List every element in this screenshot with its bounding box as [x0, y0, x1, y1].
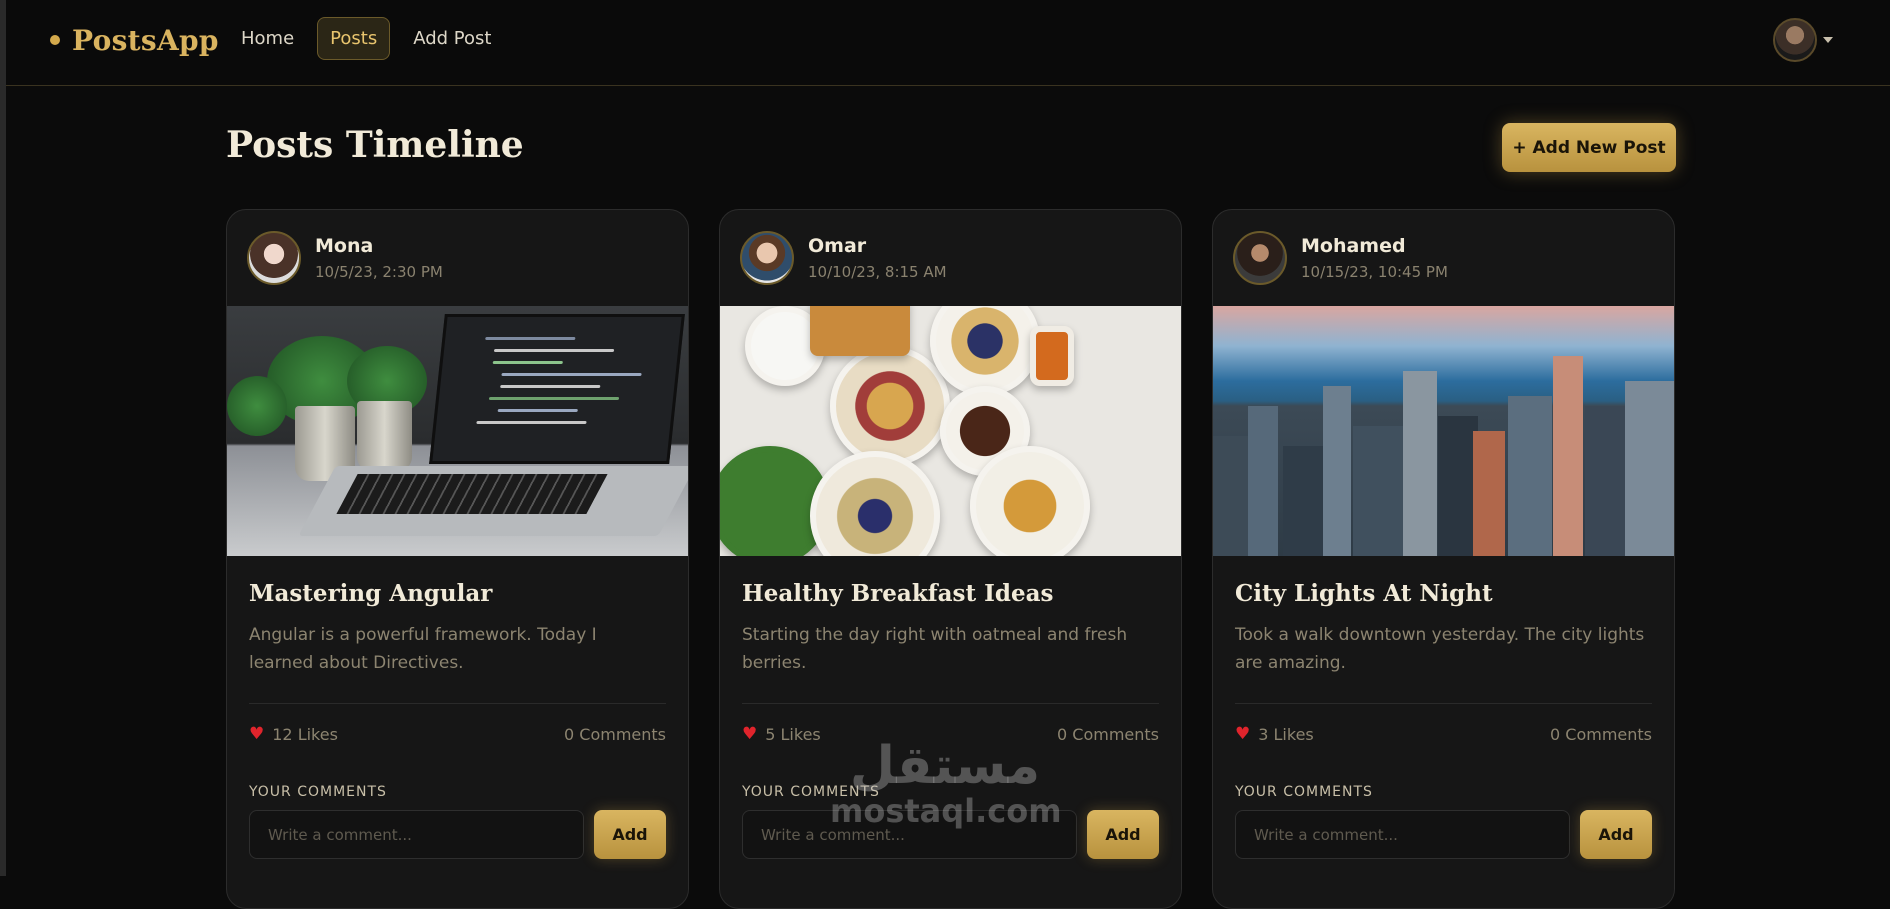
add-comment-button[interactable]: Add — [594, 810, 666, 859]
brand-logo[interactable]: PostsApp — [50, 20, 219, 60]
post-text: Angular is a powerful framework. Today I… — [249, 625, 597, 673]
post-title[interactable]: City Lights At Night — [1235, 580, 1652, 607]
post-timestamp: 10/10/23, 8:15 AM — [808, 263, 947, 281]
posts-grid: Mona 10/5/23, 2:30 PM Mastering Angular … — [226, 209, 1675, 909]
author-name[interactable]: Mohamed — [1301, 235, 1448, 257]
divider — [1235, 703, 1652, 704]
brand-name: PostsApp — [72, 23, 219, 57]
post-timestamp: 10/15/23, 10:45 PM — [1301, 263, 1448, 281]
comment-form: Add — [1235, 810, 1652, 859]
navbar: PostsApp Home Posts Add Post — [6, 0, 1890, 86]
brand-dot-icon — [50, 35, 60, 45]
comment-input[interactable] — [249, 810, 584, 859]
divider — [742, 703, 1159, 704]
divider — [249, 703, 666, 704]
post-text: Took a walk downtown yesterday. The city… — [1235, 625, 1645, 673]
post-text: Starting the day right with oatmeal and … — [742, 625, 1128, 673]
post-title[interactable]: Mastering Angular — [249, 580, 666, 607]
post-card: Mona 10/5/23, 2:30 PM Mastering Angular … — [226, 209, 689, 909]
author-avatar — [1233, 231, 1287, 285]
comments-label: YOUR COMMENTS — [742, 784, 880, 800]
like-button[interactable]: ♥ 12 Likes — [249, 724, 338, 744]
post-stats: ♥ 5 Likes 0 Comments — [742, 724, 1159, 744]
comment-form: Add — [249, 810, 666, 859]
add-comment-button[interactable]: Add — [1087, 810, 1159, 859]
post-stats: ♥ 3 Likes 0 Comments — [1235, 724, 1652, 744]
nav-link-posts[interactable]: Posts — [317, 17, 391, 60]
heart-icon[interactable]: ♥ — [1235, 724, 1250, 744]
post-header: Mohamed 10/15/23, 10:45 PM — [1213, 210, 1674, 306]
post-header: Omar 10/10/23, 8:15 AM — [720, 210, 1181, 306]
post-image — [720, 306, 1181, 556]
likes-count: 12 Likes — [272, 724, 338, 744]
nav-link-home[interactable]: Home — [228, 17, 307, 60]
post-image — [1213, 306, 1674, 556]
heart-icon[interactable]: ♥ — [249, 724, 264, 744]
comment-input[interactable] — [742, 810, 1077, 859]
user-avatar[interactable] — [1773, 18, 1817, 62]
post-header: Mona 10/5/23, 2:30 PM — [227, 210, 688, 306]
add-new-post-button[interactable]: + Add New Post — [1502, 123, 1676, 172]
likes-count: 5 Likes — [765, 724, 821, 744]
comments-label: YOUR COMMENTS — [249, 784, 387, 800]
post-title[interactable]: Healthy Breakfast Ideas — [742, 580, 1159, 607]
comments-count[interactable]: 0 Comments — [1550, 725, 1652, 744]
comments-count[interactable]: 0 Comments — [1057, 725, 1159, 744]
chevron-down-icon[interactable] — [1823, 37, 1833, 43]
post-image — [227, 306, 688, 556]
like-button[interactable]: ♥ 3 Likes — [1235, 724, 1314, 744]
post-timestamp: 10/5/23, 2:30 PM — [315, 263, 443, 281]
author-avatar — [247, 231, 301, 285]
nav-links: Home Posts Add Post — [228, 17, 504, 60]
author-name[interactable]: Omar — [808, 235, 947, 257]
like-button[interactable]: ♥ 5 Likes — [742, 724, 821, 744]
post-card: Omar 10/10/23, 8:15 AM Healthy Breakfast… — [719, 209, 1182, 909]
add-comment-button[interactable]: Add — [1580, 810, 1652, 859]
window-edge — [0, 0, 6, 876]
profile-menu[interactable] — [1773, 18, 1833, 62]
comments-label: YOUR COMMENTS — [1235, 784, 1373, 800]
author-name[interactable]: Mona — [315, 235, 443, 257]
comment-form: Add — [742, 810, 1159, 859]
author-avatar — [740, 231, 794, 285]
post-stats: ♥ 12 Likes 0 Comments — [249, 724, 666, 744]
page-title: Posts Timeline — [226, 124, 524, 166]
heart-icon[interactable]: ♥ — [742, 724, 757, 744]
comment-input[interactable] — [1235, 810, 1570, 859]
comments-count[interactable]: 0 Comments — [564, 725, 666, 744]
nav-link-add-post[interactable]: Add Post — [400, 17, 504, 60]
post-card: Mohamed 10/15/23, 10:45 PM City Lights A… — [1212, 209, 1675, 909]
likes-count: 3 Likes — [1258, 724, 1314, 744]
